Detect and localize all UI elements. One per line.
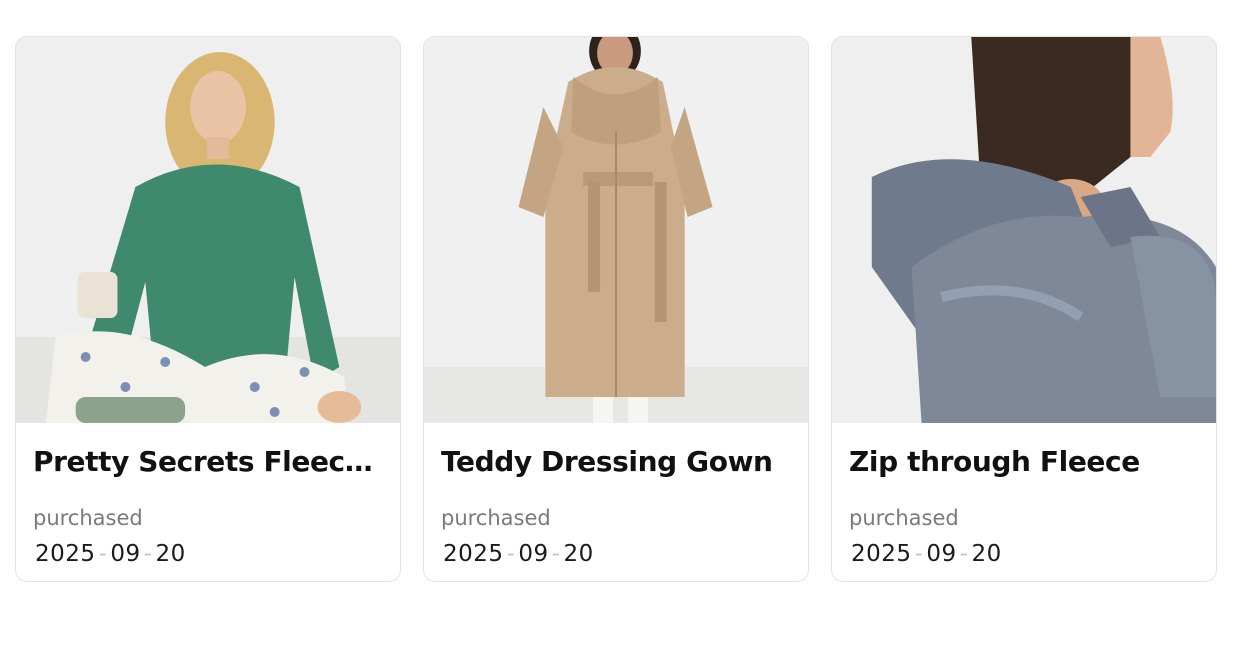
purchase-date: 2025-09-20 bbox=[849, 539, 1199, 569]
date-separator: - bbox=[551, 541, 561, 567]
date-separator: - bbox=[959, 541, 969, 567]
date-month: 09 bbox=[518, 541, 549, 567]
product-info: Teddy Dressing Gown purchased 2025-09-20 bbox=[424, 423, 808, 569]
date-separator: - bbox=[143, 541, 153, 567]
product-info: Pretty Secrets Fleece ... purchased 2025… bbox=[16, 423, 400, 569]
product-title[interactable]: Zip through Fleece bbox=[849, 443, 1199, 481]
product-image-teddy-gown[interactable] bbox=[424, 37, 808, 423]
date-day: 20 bbox=[155, 541, 186, 567]
purchase-status-label: purchased bbox=[849, 506, 959, 530]
product-info: Zip through Fleece purchased 2025-09-20 bbox=[832, 423, 1216, 569]
product-image-fleece-pyjamas[interactable] bbox=[16, 37, 400, 423]
date-year: 2025 bbox=[851, 541, 912, 567]
date-day: 20 bbox=[563, 541, 594, 567]
date-separator: - bbox=[914, 541, 924, 567]
date-month: 09 bbox=[110, 541, 141, 567]
product-title[interactable]: Teddy Dressing Gown bbox=[441, 443, 791, 481]
product-grid: Pretty Secrets Fleece ... purchased 2025… bbox=[15, 36, 1217, 582]
date-year: 2025 bbox=[443, 541, 504, 567]
purchase-date: 2025-09-20 bbox=[33, 539, 383, 569]
product-title[interactable]: Pretty Secrets Fleece ... bbox=[33, 443, 383, 481]
product-card[interactable]: Zip through Fleece purchased 2025-09-20 bbox=[831, 36, 1217, 582]
date-day: 20 bbox=[971, 541, 1002, 567]
product-image-zip-fleece[interactable] bbox=[832, 37, 1216, 423]
product-card[interactable]: Pretty Secrets Fleece ... purchased 2025… bbox=[15, 36, 401, 582]
date-separator: - bbox=[506, 541, 516, 567]
purchase-date: 2025-09-20 bbox=[441, 539, 791, 569]
purchase-status-label: purchased bbox=[441, 506, 551, 530]
date-year: 2025 bbox=[35, 541, 96, 567]
purchase-status-label: purchased bbox=[33, 506, 143, 530]
date-separator: - bbox=[98, 541, 108, 567]
date-month: 09 bbox=[926, 541, 957, 567]
product-card[interactable]: Teddy Dressing Gown purchased 2025-09-20 bbox=[423, 36, 809, 582]
